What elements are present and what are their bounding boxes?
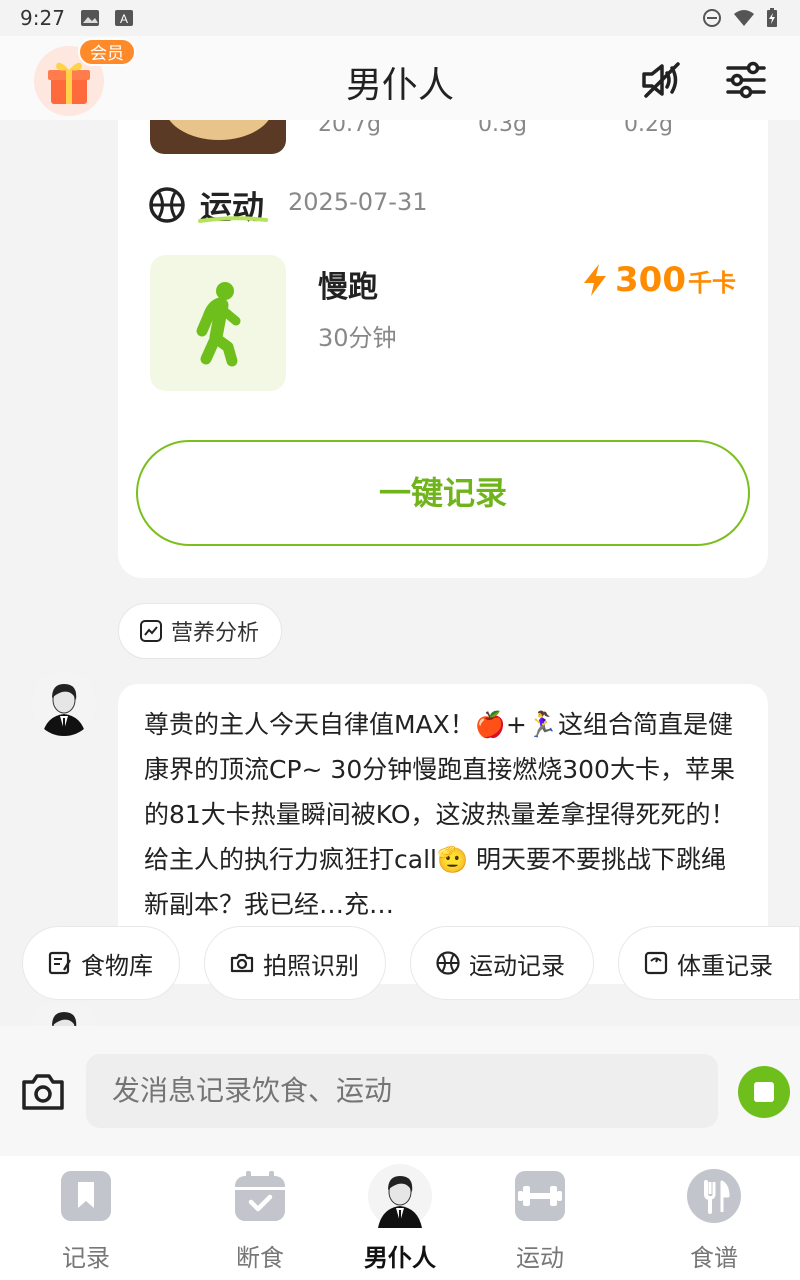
chip-label: 食物库	[81, 951, 153, 980]
font-icon: A	[115, 10, 133, 26]
status-bar: 9:27 A	[0, 0, 800, 36]
chart-icon	[140, 620, 162, 642]
calorie-value: 300	[615, 260, 686, 300]
tab-label: 食谱	[690, 1244, 738, 1272]
avatar[interactable]	[32, 672, 96, 736]
svg-text:A: A	[120, 12, 128, 26]
message-input-bar	[0, 1026, 800, 1156]
butler-avatar-icon	[32, 672, 96, 736]
scale-icon	[644, 951, 668, 975]
food-library-chip[interactable]: 食物库	[22, 926, 180, 1000]
tab-butler[interactable]: 男仆人	[330, 1156, 470, 1280]
record-card: 20.7g 0.3g 0.2g 运动 2025-07-31 慢跑 30分钟 30…	[118, 100, 768, 578]
calendar-check-icon	[235, 1171, 285, 1221]
weight-record-chip[interactable]: 体重记录	[618, 926, 800, 1000]
status-time: 9:27	[20, 6, 65, 30]
exercise-date: 2025-07-31	[288, 188, 428, 216]
chip-label: 运动记录	[469, 951, 565, 980]
tab-fasting[interactable]: 断食	[190, 1156, 330, 1280]
calorie-unit: 千卡	[688, 269, 736, 297]
mute-icon[interactable]	[640, 58, 684, 102]
activity-tile	[150, 255, 286, 391]
basketball-icon	[436, 951, 460, 975]
fork-knife-icon	[687, 1169, 741, 1223]
tab-exercise[interactable]: 运动	[470, 1156, 610, 1280]
photo-recognition-chip[interactable]: 拍照识别	[204, 926, 386, 1000]
one-click-record-button[interactable]: 一键记录	[136, 440, 750, 546]
camera-icon	[230, 953, 254, 973]
walking-person-icon	[196, 282, 241, 367]
wifi-icon	[734, 10, 754, 26]
tab-label: 运动	[516, 1244, 564, 1272]
food-library-icon	[48, 951, 71, 975]
bottom-tab-bar: 记录 断食 男仆人 运动 食谱	[0, 1156, 800, 1280]
title-underline	[198, 216, 268, 223]
tab-label: 断食	[236, 1244, 284, 1272]
bookmark-icon	[61, 1171, 111, 1221]
activity-name: 慢跑	[318, 270, 378, 305]
tab-recipes[interactable]: 食谱	[644, 1156, 784, 1280]
chip-label: 营养分析	[171, 621, 260, 646]
basketball-icon	[149, 187, 185, 223]
battery-icon	[767, 8, 777, 27]
chat-message-text: 尊贵的主人今天自律值MAX！🍎+🏃‍♀️这组合简直是健康界的顶流CP~ 30分钟…	[144, 710, 736, 919]
camera-icon[interactable]	[20, 1070, 66, 1114]
header: 会员 男仆人	[0, 36, 800, 120]
chip-label: 体重记录	[677, 951, 773, 980]
nutrition-analysis-chip[interactable]: 营养分析	[118, 603, 282, 659]
activity-duration: 30分钟	[318, 324, 397, 352]
dnd-icon	[703, 9, 721, 27]
butler-avatar-icon	[368, 1164, 432, 1228]
exercise-record-chip[interactable]: 运动记录	[410, 926, 594, 1000]
quick-actions: 食物库 拍照识别 运动记录 体重记录	[0, 926, 800, 1000]
tab-record[interactable]: 记录	[16, 1156, 156, 1280]
dumbbell-icon	[515, 1171, 565, 1221]
chip-label: 拍照识别	[263, 951, 359, 980]
message-input[interactable]	[86, 1054, 718, 1128]
tab-label: 男仆人	[364, 1244, 436, 1272]
lightning-icon	[584, 264, 607, 296]
calorie-display: 300 千卡	[581, 260, 736, 300]
butler-avatar-icon	[32, 1004, 96, 1026]
stop-button[interactable]	[738, 1066, 790, 1118]
avatar[interactable]	[32, 1004, 96, 1026]
settings-sliders-icon[interactable]	[724, 58, 768, 102]
image-icon	[81, 10, 99, 26]
tab-label: 记录	[62, 1244, 110, 1272]
